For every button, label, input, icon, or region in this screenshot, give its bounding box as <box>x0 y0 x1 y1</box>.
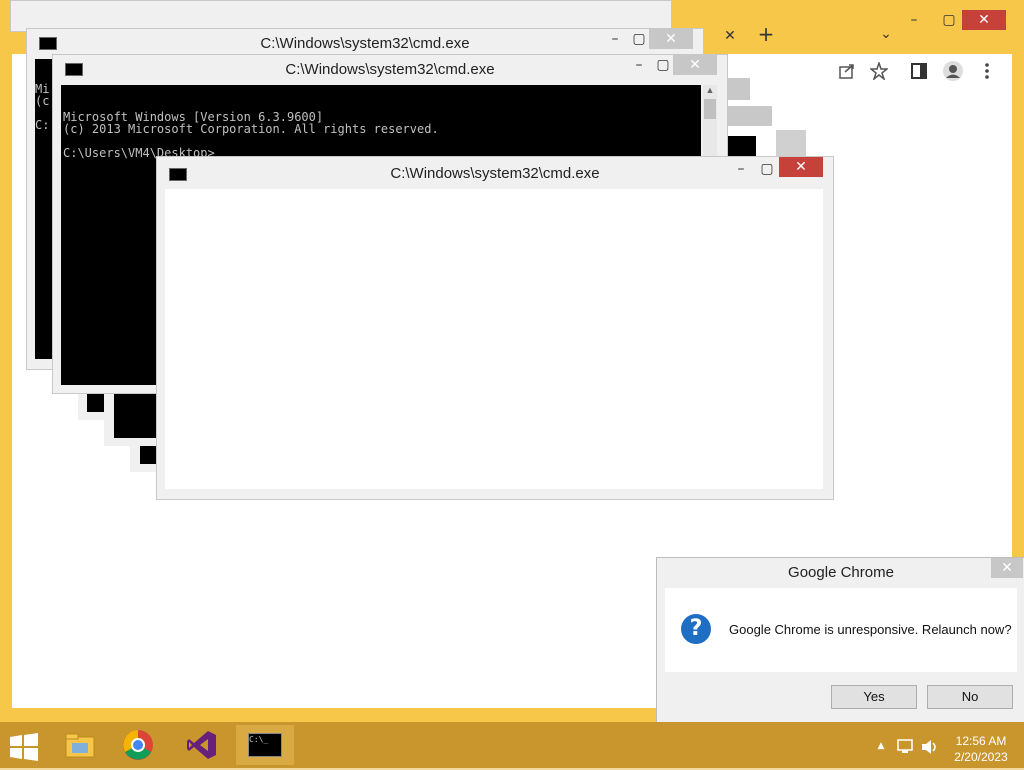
cmd-window-ghost <box>728 106 772 126</box>
console-line: (c) 2013 Microsoft Corporation. All righ… <box>63 122 439 136</box>
cmd-window-front: C:\Windows\system32\cmd.exe – ▢ ✕ <box>156 156 834 500</box>
cmd-window-ghost <box>114 394 158 438</box>
dialog-close-button[interactable]: ✕ <box>991 558 1023 578</box>
share-icon[interactable] <box>838 62 856 80</box>
cmd-scrollbar-thumb[interactable] <box>704 99 716 119</box>
visual-studio-icon <box>187 731 216 759</box>
folder-icon <box>65 733 95 758</box>
cmd-minimize-button[interactable]: – <box>727 159 755 179</box>
cmd-close-button[interactable]: ✕ <box>649 29 693 49</box>
cmd-console[interactable] <box>165 189 823 489</box>
clock-date: 2/20/2023 <box>954 750 1008 764</box>
cmd-window-ghost <box>776 130 806 156</box>
cmd-taskbar-icon: C:\_ <box>248 733 282 757</box>
cmd-scrollbar[interactable]: ▲ <box>703 85 717 157</box>
taskbar-google-chrome[interactable] <box>110 725 168 765</box>
tab-search-button[interactable]: ⌄ <box>874 24 898 44</box>
no-button[interactable]: No <box>927 685 1013 709</box>
chrome-maximize-button[interactable]: ▢ <box>935 10 963 30</box>
profile-icon[interactable] <box>942 60 964 82</box>
cmd-window-ghost <box>728 78 750 100</box>
cmd-maximize-button[interactable]: ▢ <box>753 159 781 179</box>
taskbar-visual-studio[interactable] <box>174 725 232 765</box>
yes-button[interactable]: Yes <box>831 685 917 709</box>
star-icon[interactable] <box>870 62 888 80</box>
chrome-close-button[interactable]: ✕ <box>962 10 1006 30</box>
clock-time: 12:56 AM <box>955 734 1007 748</box>
taskbar-command-prompt[interactable]: C:\_ <box>236 725 294 765</box>
chrome-minimize-button[interactable]: – <box>900 10 928 30</box>
chrome-icon <box>123 730 153 760</box>
cmd-close-button[interactable]: ✕ <box>673 55 717 75</box>
tab-close-icon[interactable]: ✕ <box>720 26 740 46</box>
cmd-window-ghost <box>728 136 756 158</box>
dialog-message: Google Chrome is unresponsive. Relaunch … <box>729 622 1012 637</box>
windows-logo-icon[interactable] <box>10 733 40 761</box>
new-tab-button[interactable]: + <box>754 24 778 44</box>
cmd-window-ghost <box>140 446 156 464</box>
cmd-window-ghost <box>87 394 105 412</box>
taskbar-clock[interactable]: 12:56 AM 2/20/2023 <box>946 733 1016 765</box>
question-icon: ? <box>681 614 711 644</box>
network-icon[interactable] <box>896 738 916 756</box>
tray-chevron-icon[interactable]: ▲ <box>874 736 888 756</box>
menu-icon[interactable] <box>978 62 996 80</box>
sidepanel-icon[interactable] <box>910 62 928 80</box>
taskbar-file-explorer[interactable] <box>52 725 110 765</box>
chrome-unresponsive-dialog: Google Chrome ✕ ? Google Chrome is unres… <box>656 557 1024 725</box>
dialog-title: Google Chrome <box>788 564 894 581</box>
volume-icon[interactable] <box>920 738 940 756</box>
cmd-close-button[interactable]: ✕ <box>779 157 823 177</box>
